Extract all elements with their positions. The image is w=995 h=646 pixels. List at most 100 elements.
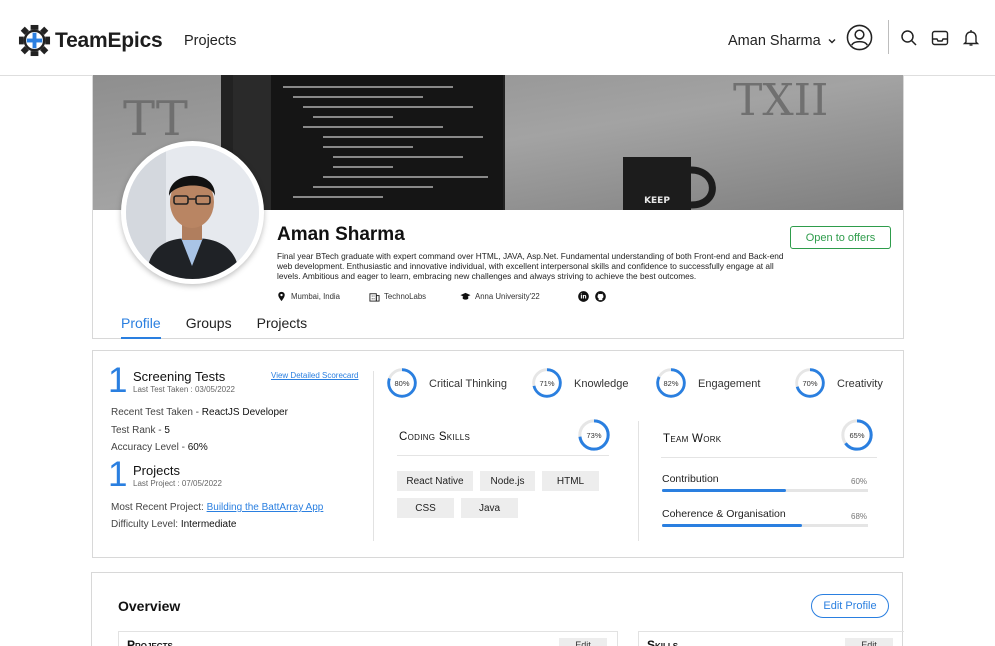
skill-chip: Java [461,498,518,518]
linkedin-icon[interactable]: in [578,291,589,302]
svg-text:in: in [580,294,586,301]
tests-count: 1 [108,361,128,400]
coherence-bar [662,524,868,527]
chevron-down-icon [828,39,836,44]
ring-engagement: 82% [655,367,687,399]
coherence-pct: 68% [851,512,868,521]
recent-project-label: Most Recent Project: [111,502,207,513]
projects-panel: Projects Edit [118,631,618,646]
open-to-offers-button[interactable]: Open to offers [790,226,891,249]
contribution-pct: 60% [851,477,868,486]
ring-creativity: 70% [794,367,826,399]
ring-critical-thinking-pct: 80% [394,378,410,388]
profile-name: Aman Sharma [277,224,405,245]
ring-engagement-pct: 82% [663,378,679,388]
building-icon [369,293,380,302]
company-meta: TechnoLabs [369,291,426,302]
ring-critical-thinking: 80% [386,367,418,399]
location-text: Mumbai, India [291,292,340,301]
difficulty-label: Difficulty Level: [111,519,181,530]
overview-card: Overview Edit Profile Projects Edit Skil… [91,572,904,646]
skills-edit-button[interactable]: Edit [845,638,893,646]
team-work-title: Team Work [663,433,722,445]
edit-profile-button[interactable]: Edit Profile [811,594,889,618]
brand-name: TeamEpics [55,28,163,52]
recent-project: Most Recent Project: Building the BattAr… [111,502,323,513]
profile-avatar [121,141,264,284]
stats-divider-left [373,371,374,541]
recent-test-label: Recent Test Taken - [111,407,202,418]
stats-divider-right [638,421,639,541]
skill-chip: Node.js [480,471,535,491]
skills-panel-title: Skills [647,638,679,646]
header-divider [888,20,889,54]
ring-creativity-label: Creativity [837,378,883,390]
tab-groups[interactable]: Groups [186,315,232,339]
bell-icon[interactable] [962,29,980,47]
contribution-bar-fill [662,489,786,492]
svg-text:TT: TT [123,91,188,147]
accuracy-level: Accuracy Level - 60% [111,442,208,453]
coherence-label: Coherence & Organisation [662,508,786,520]
contribution-label: Contribution [662,473,719,485]
profile-card: TT TXII KEEP Aman Sharma Final year BTec… [92,75,904,339]
nav-link-projects[interactable]: Projects [184,33,236,49]
svg-text:KEEP: KEEP [644,196,670,206]
profile-tabs: Profile Groups Projects [121,315,332,339]
projects-last-date: Last Project : 07/05/2022 [133,479,222,488]
test-rank-label: Test Rank - [111,425,165,436]
coding-skills-pct: 73% [586,430,602,440]
stats-card: 1 Screening Tests Last Test Taken : 03/0… [92,350,904,558]
ring-engagement-label: Engagement [698,378,761,390]
logo-icon [18,24,51,57]
accuracy-value: 60% [187,442,208,453]
recent-test: Recent Test Taken - ReactJS Developer [111,407,288,418]
coherence-bar-fill [662,524,803,527]
inbox-icon[interactable] [931,29,949,47]
coding-skills-ring: 73% [577,418,611,452]
skill-chip: HTML [542,471,599,491]
logo[interactable]: TeamEpics [18,24,163,57]
difficulty-level: Difficulty Level: Intermediate [111,519,236,530]
recent-project-link[interactable]: Building the BattArray App [207,502,324,513]
skills-panel: Skills Edit [638,631,904,646]
company-text: TechnoLabs [384,292,427,301]
tests-title: Screening Tests [133,369,226,384]
user-menu[interactable]: Aman Sharma [728,33,837,49]
education-text: Anna University'22 [475,292,540,301]
projects-count: 1 [108,455,128,494]
contribution-bar [662,489,868,492]
coding-skills-title: Coding Skills [399,431,471,443]
education-meta: Anna University'22 [460,291,540,302]
top-navigation-bar: TeamEpics Projects Aman Sharma [0,0,995,76]
user-avatar-icon[interactable] [846,24,873,51]
test-rank-value: 5 [164,425,170,436]
team-work-ring: 65% [840,418,874,452]
user-menu-name: Aman Sharma [728,33,821,49]
overview-title: Overview [118,598,181,614]
profile-bio: Final year BTech graduate with expert co… [277,251,784,281]
svg-text:TXII: TXII [733,75,828,126]
location-pin-icon [278,291,285,302]
skill-chip: CSS [397,498,454,518]
test-rank: Test Rank - 5 [111,425,170,436]
tab-projects[interactable]: Projects [257,315,308,339]
ring-knowledge-pct: 71% [539,378,555,388]
accuracy-label: Accuracy Level - [111,442,188,453]
view-scorecard-link[interactable]: View Detailed Scorecard [271,371,358,380]
search-icon[interactable] [900,29,918,47]
tab-profile[interactable]: Profile [121,315,161,339]
ring-critical-thinking-label: Critical Thinking [429,378,508,390]
coding-skills-rule [397,455,609,456]
github-icon[interactable] [595,291,606,302]
difficulty-value: Intermediate [180,519,237,530]
projects-panel-title: Projects [127,638,173,646]
ring-creativity-pct: 70% [802,378,818,388]
location-meta: Mumbai, India [276,291,340,302]
avatar-photo [126,146,259,279]
projects-edit-button[interactable]: Edit [559,638,607,646]
tests-last-date: Last Test Taken : 03/05/2022 [133,385,236,394]
skill-chip: React Native [397,471,473,491]
ring-knowledge: 71% [531,367,563,399]
recent-test-value: ReactJS Developer [201,407,288,418]
